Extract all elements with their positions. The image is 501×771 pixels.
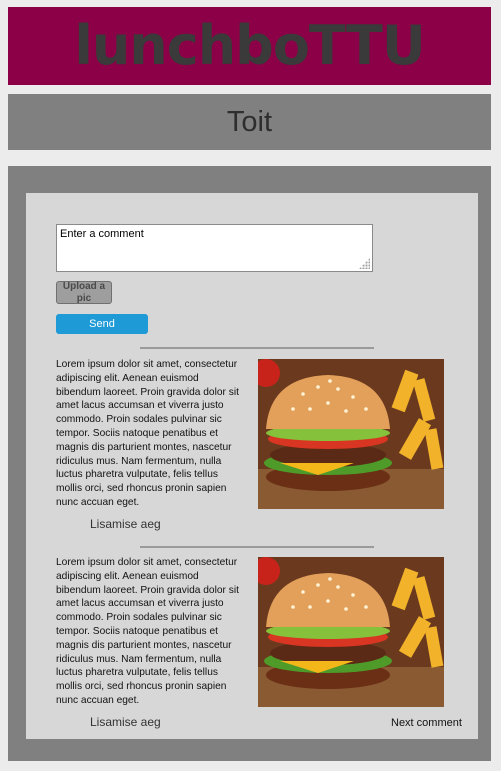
next-comment-link[interactable]: Next comment (391, 717, 462, 729)
burger-image (258, 359, 444, 509)
post-text: Lorem ipsum dolor sit amet, consectetur … (56, 557, 239, 706)
page-title: Toit (226, 105, 273, 138)
post-timestamp-label: Lisamise aeg (90, 715, 161, 729)
burger-illustration (258, 557, 444, 707)
upload-pic-label: Upload a pic (62, 280, 106, 304)
send-button[interactable]: Send (56, 314, 148, 334)
post-text: Lorem ipsum dolor sit amet, consectetur … (56, 359, 239, 508)
comment-input[interactable]: Enter a comment (56, 224, 373, 272)
section-header: Toit (8, 94, 491, 150)
burger-image (258, 557, 444, 707)
site-header: lunchboTTU (8, 7, 491, 85)
burger-illustration (258, 359, 444, 509)
upload-pic-button[interactable]: Upload a pic (56, 281, 112, 304)
post-timestamp-label: Lisamise aeg (90, 517, 161, 531)
content-frame: Enter a comment Upload a pic Send Lorem … (8, 166, 491, 761)
post-divider (140, 347, 374, 349)
post-divider (140, 546, 374, 548)
site-logo[interactable]: lunchboTTU (74, 19, 425, 73)
content-panel: Enter a comment Upload a pic Send Lorem … (26, 193, 478, 739)
